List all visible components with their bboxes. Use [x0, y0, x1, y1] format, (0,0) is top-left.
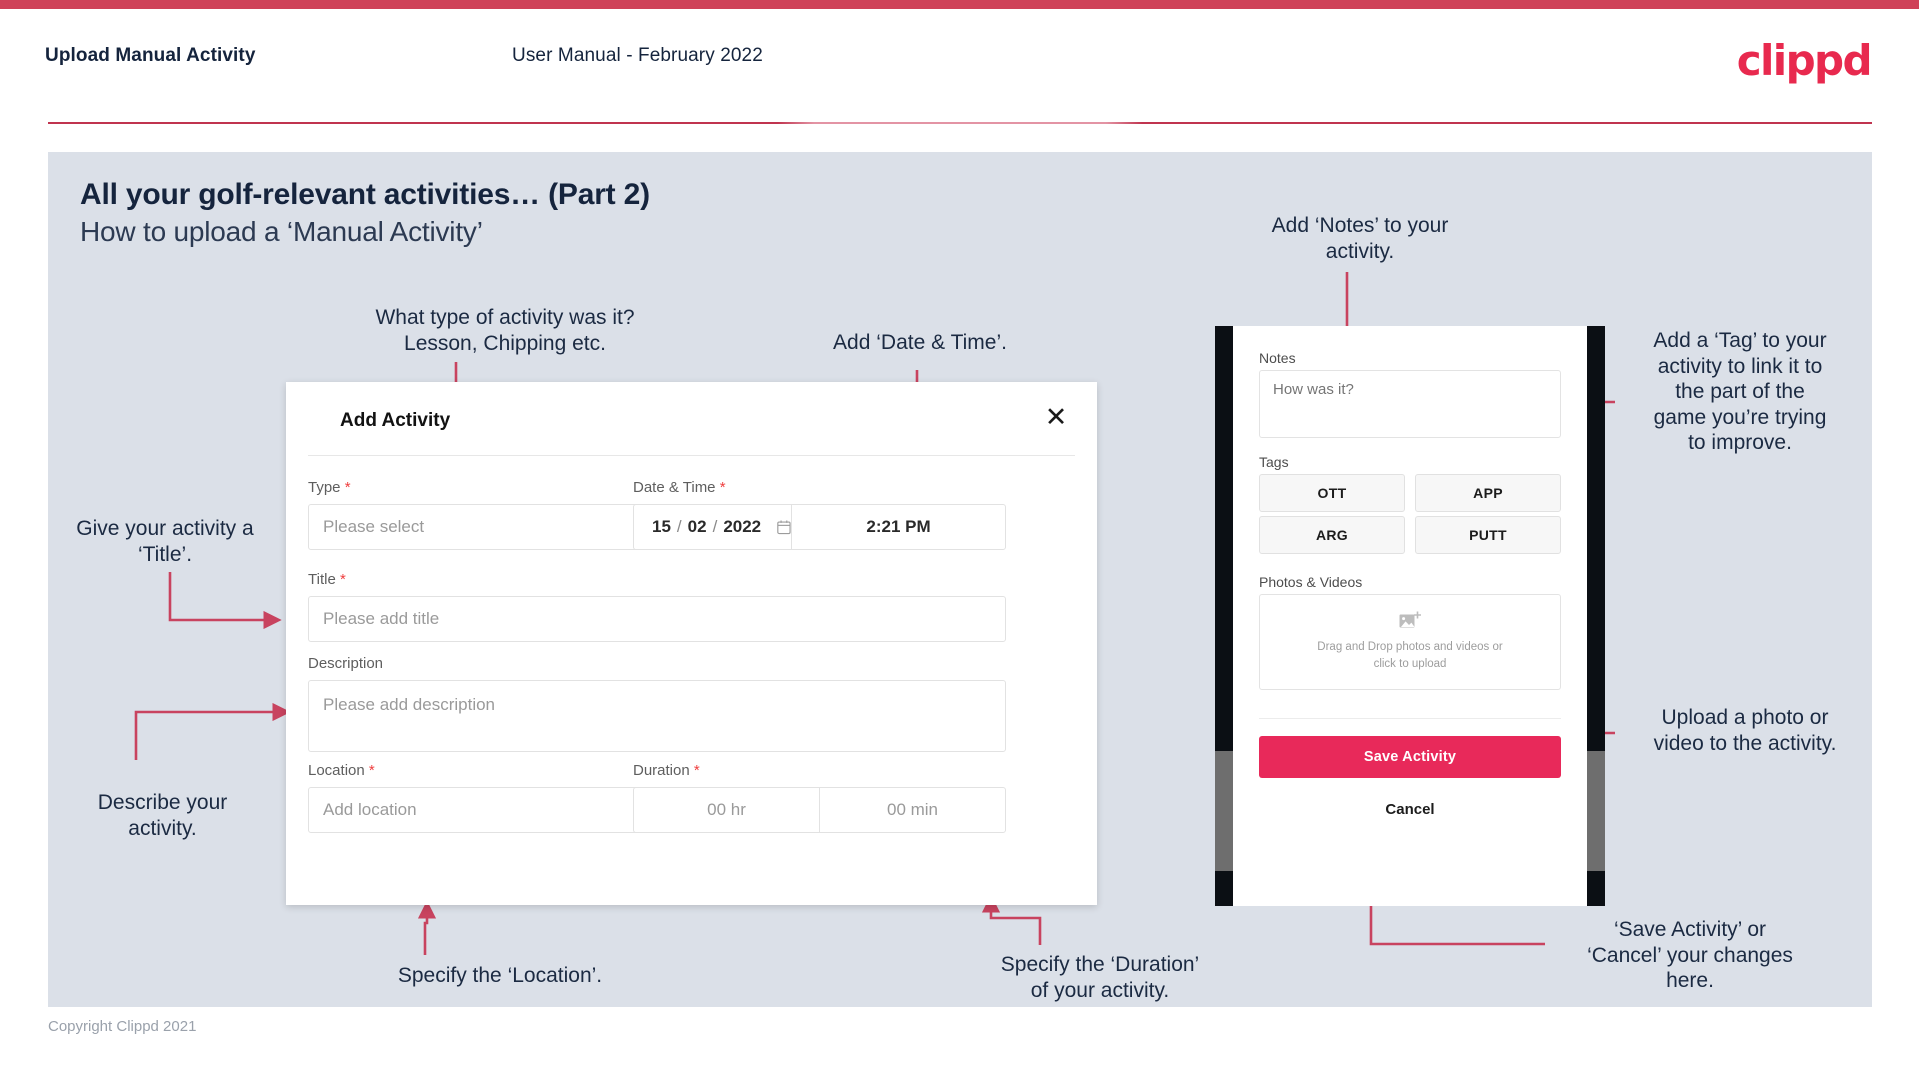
- duration-label: Duration *: [633, 762, 700, 779]
- date-input[interactable]: 15 / 02 / 2022: [634, 505, 792, 549]
- phone-bezel-right-accent: [1587, 751, 1605, 871]
- location-input[interactable]: [308, 787, 681, 833]
- annotation-location: Specify the ‘Location’.: [397, 964, 603, 987]
- datetime-field[interactable]: 15 / 02 / 2022 2:21 PM: [633, 504, 1006, 550]
- title-required-marker: *: [339, 571, 346, 588]
- tag-arg-button[interactable]: ARG: [1259, 516, 1405, 554]
- slide-subheading: How to upload a ‘Manual Activity’: [80, 216, 483, 247]
- dialog-title: Add Activity: [340, 410, 451, 431]
- tag-putt-button[interactable]: PUTT: [1415, 516, 1561, 554]
- duration-minutes[interactable]: 00 min: [819, 788, 1005, 832]
- date-month: 02: [687, 517, 707, 536]
- duration-label-text: Duration: [633, 762, 690, 779]
- description-label-text: Description: [308, 655, 384, 672]
- time-value: 2:21 PM: [866, 517, 931, 536]
- close-icon[interactable]: ✕: [1039, 400, 1073, 434]
- type-label-text: Type: [308, 479, 341, 496]
- annotation-photos: Upload a photo or video to the activity.: [1653, 706, 1837, 755]
- date-sep-2: /: [712, 517, 718, 536]
- phone-divider: [1259, 718, 1561, 719]
- notes-textarea[interactable]: [1259, 370, 1561, 438]
- title-label: Title *: [308, 571, 346, 588]
- photos-label: Photos & Videos: [1259, 574, 1363, 590]
- date-day: 15: [652, 517, 671, 536]
- header-title: Upload Manual Activity: [45, 45, 256, 66]
- phone-mockup: Notes Tags OTT APP ARG PUTT Photos & Vid…: [1215, 326, 1605, 906]
- calendar-icon[interactable]: [777, 518, 791, 536]
- tag-app-button[interactable]: APP: [1415, 474, 1561, 512]
- clippd-logo: clippd: [1736, 36, 1873, 85]
- duration-field[interactable]: 00 hr 00 min: [633, 787, 1006, 833]
- header-divider: [48, 122, 1872, 124]
- datetime-label-text: Date & Time: [633, 479, 716, 496]
- date-sep-1: /: [676, 517, 682, 536]
- annotation-notes: Add ‘Notes’ to your activity.: [1271, 214, 1449, 263]
- annotation-type: What type of activity was it? Lesson, Ch…: [375, 306, 635, 355]
- header-subtitle: User Manual - February 2022: [512, 45, 763, 66]
- save-activity-button[interactable]: Save Activity: [1259, 736, 1561, 778]
- footer-copyright: Copyright Clippd 2021: [48, 1018, 197, 1035]
- type-required-marker: *: [344, 479, 351, 496]
- time-input[interactable]: 2:21 PM: [792, 505, 1005, 549]
- type-label: Type *: [308, 479, 351, 496]
- annotation-tags: Add a ‘Tag’ to your activity to link it …: [1653, 329, 1827, 455]
- duration-hours[interactable]: 00 hr: [634, 788, 819, 832]
- slide-heading: All your golf-relevant activities… (Part…: [80, 178, 650, 211]
- dropzone-text: Drag and Drop photos and videos or click…: [1317, 641, 1503, 670]
- tags-label: Tags: [1259, 454, 1289, 470]
- annotation-duration: Specify the ‘Duration’ of your activity.: [1000, 953, 1200, 1002]
- phone-screen: Notes Tags OTT APP ARG PUTT Photos & Vid…: [1233, 326, 1587, 906]
- datetime-label: Date & Time *: [633, 479, 726, 496]
- duration-required-marker: *: [693, 762, 700, 779]
- type-select[interactable]: Please select: [308, 504, 681, 550]
- annotation-save-cancel: ‘Save Activity’ or ‘Cancel’ your changes…: [1587, 918, 1793, 993]
- annotation-description: Describe your activity.: [97, 791, 228, 840]
- notes-label: Notes: [1259, 350, 1296, 366]
- location-label-text: Location: [308, 762, 365, 779]
- cancel-button[interactable]: Cancel: [1233, 801, 1587, 818]
- title-label-text: Title: [308, 571, 336, 588]
- annotation-datetime: Add ‘Date & Time’.: [833, 331, 1007, 354]
- photo-dropzone[interactable]: Drag and Drop photos and videos or click…: [1259, 594, 1561, 690]
- location-label: Location *: [308, 762, 375, 779]
- datetime-required-marker: *: [719, 479, 726, 496]
- title-input[interactable]: [308, 596, 1006, 642]
- add-image-icon: [1399, 611, 1421, 628]
- top-accent-bar: [0, 0, 1919, 9]
- dialog-divider: [308, 455, 1075, 456]
- type-select-value: Please select: [323, 517, 425, 536]
- slide-page: Upload Manual Activity User Manual - Feb…: [0, 0, 1919, 1079]
- location-required-marker: *: [368, 762, 375, 779]
- add-activity-dialog: Add Activity ✕ Type * Please select Date…: [286, 382, 1097, 905]
- date-year: 2022: [723, 517, 762, 536]
- phone-bezel-left-accent: [1215, 751, 1233, 871]
- annotation-title: Give your activity a ‘Title’.: [76, 517, 254, 566]
- tag-ott-button[interactable]: OTT: [1259, 474, 1405, 512]
- description-label: Description: [308, 655, 383, 672]
- description-textarea[interactable]: [308, 680, 1006, 752]
